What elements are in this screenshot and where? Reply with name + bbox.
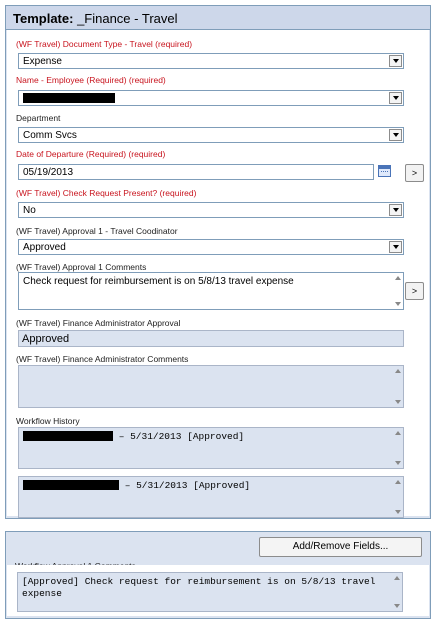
approval1-comments-go-button[interactable]: >: [405, 282, 424, 300]
bottom-content: [Approved] Check request for reimburseme…: [7, 565, 429, 616]
scrollbar[interactable]: [393, 367, 402, 406]
department-value: Comm Svcs: [23, 130, 77, 141]
chevron-down-icon[interactable]: [389, 92, 402, 104]
fin-admin-comments-textarea: [18, 365, 404, 408]
approval1-value: Approved: [23, 242, 66, 253]
scrollbar[interactable]: [393, 478, 402, 516]
template-title-name: _Finance - Travel: [77, 11, 178, 26]
doc-type-select[interactable]: Expense: [18, 53, 404, 69]
employee-label: Name - Employee (Required) (required): [16, 75, 166, 85]
check-request-value: No: [23, 205, 36, 216]
approval1-comments-value: Check request for reimbursement is on 5/…: [23, 276, 294, 287]
department-label: Department: [16, 113, 61, 123]
template-panel: Template: _Finance - Travel (WF Travel) …: [5, 5, 431, 519]
approval1-comments-label: (WF Travel) Approval 1 Comments: [16, 262, 147, 272]
template-title-label: Template:: [13, 11, 74, 26]
chevron-down-icon[interactable]: [389, 204, 402, 216]
workflow-history-entry: – 5/31/2013 [Approved]: [18, 476, 404, 518]
doc-type-value: Expense: [23, 56, 62, 67]
scrollbar[interactable]: [393, 274, 402, 308]
bottom-panel: Add/Remove Fields... Workflow Approval 1…: [5, 531, 431, 619]
employee-select[interactable]: [18, 90, 404, 106]
department-select[interactable]: Comm Svcs: [18, 127, 404, 143]
chevron-down-icon[interactable]: [389, 55, 402, 67]
redacted-value: [23, 480, 119, 491]
add-remove-fields-button[interactable]: Add/Remove Fields...: [259, 537, 422, 557]
fin-admin-approval-value: Approved: [18, 330, 404, 347]
workflow-history-text: – 5/31/2013 [Approved]: [124, 480, 251, 491]
fin-admin-approval-label: (WF Travel) Finance Administrator Approv…: [16, 318, 181, 328]
fin-admin-comments-label: (WF Travel) Finance Administrator Commen…: [16, 354, 189, 364]
approval1-comments-textarea[interactable]: Check request for reimbursement is on 5/…: [18, 272, 404, 310]
workflow-history-text: – 5/31/2013 [Approved]: [118, 431, 245, 442]
chevron-down-icon[interactable]: [389, 241, 402, 253]
approval1-select[interactable]: Approved: [18, 239, 404, 255]
scrollbar[interactable]: [393, 429, 402, 467]
workflow-approval-comments-textarea: [Approved] Check request for reimburseme…: [17, 572, 403, 612]
workflow-approval-comments-value: [Approved] Check request for reimburseme…: [22, 576, 376, 599]
chevron-down-icon[interactable]: [389, 129, 402, 141]
approval1-label: (WF Travel) Approval 1 - Travel Coodinat…: [16, 226, 178, 236]
redacted-value: [23, 431, 113, 442]
calendar-icon[interactable]: [378, 165, 391, 177]
check-request-select[interactable]: No: [18, 202, 404, 218]
doc-type-label: (WF Travel) Document Type - Travel (requ…: [16, 39, 193, 49]
workflow-history-entry: – 5/31/2013 [Approved]: [18, 427, 404, 469]
departure-label: Date of Departure (Required) (required): [16, 149, 166, 159]
departure-go-button[interactable]: >: [405, 164, 424, 182]
check-request-label: (WF Travel) Check Request Present? (requ…: [16, 188, 197, 198]
template-fields: (WF Travel) Document Type - Travel (requ…: [7, 30, 429, 518]
scrollbar[interactable]: [392, 574, 401, 610]
redacted-value: [23, 93, 115, 104]
departure-date-input[interactable]: 05/19/2013: [18, 164, 374, 180]
workflow-history-label: Workflow History: [16, 416, 80, 426]
template-header: Template: _Finance - Travel: [6, 6, 430, 30]
